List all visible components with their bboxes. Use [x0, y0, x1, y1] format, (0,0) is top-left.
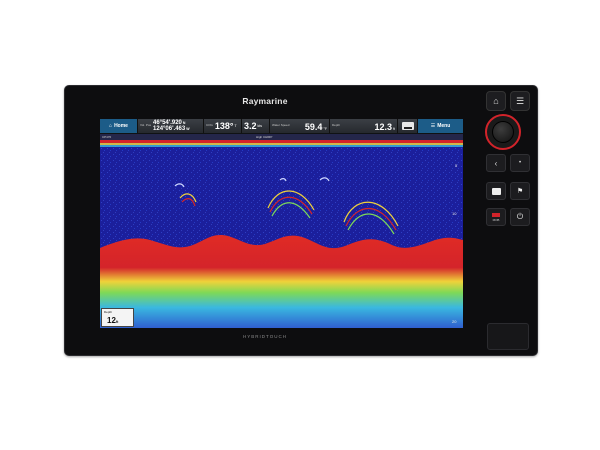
sonar-echo-image — [100, 140, 463, 328]
water-temp-cell[interactable]: Water Speed 59.4°F — [270, 119, 330, 133]
power-icon: ⏻ — [516, 212, 524, 221]
rotary-knob[interactable] — [492, 121, 514, 143]
depth-value: 12.3 — [374, 122, 393, 132]
ok-hardware-button[interactable]: • — [510, 154, 530, 172]
menu-button[interactable]: ☰ Menu — [418, 119, 463, 133]
pilot-hardware-button[interactable]: ⚑ — [510, 182, 530, 200]
display-unit: Raymarine ⌂ Home Vsl. Pos 46°54'.920N 12… — [64, 85, 538, 356]
menu-icon: ☰ — [430, 123, 436, 129]
hamburger-menu-icon: ☰ — [515, 95, 525, 106]
menu-hardware-button[interactable]: ☰ — [510, 91, 530, 111]
radar-icon — [401, 122, 414, 130]
waypoint-icon — [491, 187, 501, 195]
card-slot-door[interactable] — [487, 323, 529, 350]
depth-readout-value: 12 — [107, 316, 116, 325]
back-hardware-button[interactable]: ‹ — [486, 154, 506, 172]
sog-cell[interactable]: 3.2 kts — [242, 119, 270, 133]
channel-label: CP470 — [102, 135, 112, 139]
frequency-label: High CHIRP — [256, 135, 273, 139]
latitude-value: 46°54'.920 — [153, 119, 182, 126]
depth-scale-label: 20 — [452, 319, 457, 324]
home-button-label: Home — [114, 123, 128, 129]
depth-cell[interactable]: Depth 12.3ft — [330, 119, 398, 133]
dot-icon: • — [518, 160, 522, 166]
chevron-left-icon: ‹ — [494, 158, 498, 168]
mob-icon — [492, 212, 500, 217]
cog-value: 138° — [214, 121, 234, 131]
hybridtouch-label: HYBRIDTOUCH — [243, 334, 287, 339]
power-hardware-button[interactable]: ⏻ — [510, 208, 530, 226]
vessel-position-cell[interactable]: Vsl. Pos 46°54'.920N 124°06'.463W — [138, 119, 204, 133]
sonar-screen[interactable]: ⌂ Home Vsl. Pos 46°54'.920N 124°06'.463W… — [100, 119, 463, 328]
vessel-position-label: Vsl. Pos — [140, 123, 152, 128]
longitude-value: 124°06'.463 — [153, 126, 186, 132]
cog-cell[interactable]: COG 138° T — [204, 119, 242, 133]
mob-label: MOB — [492, 217, 500, 222]
depth-readout-box[interactable]: Depth 12ft — [101, 308, 134, 327]
sog-value: 3.2 — [244, 121, 257, 131]
waypoint-hardware-button[interactable] — [486, 182, 506, 200]
data-bar: ⌂ Home Vsl. Pos 46°54'.920N 124°06'.463W… — [100, 119, 463, 134]
water-temp-value: 59.4 — [304, 122, 323, 132]
brand-logo: Raymarine — [242, 96, 288, 106]
depth-scale-label: 10 — [452, 211, 457, 216]
unicontrol-ring[interactable] — [485, 114, 521, 150]
home-hardware-button[interactable]: ⌂ — [486, 91, 506, 111]
radar-status-cell[interactable] — [398, 119, 418, 133]
flag-icon: ⚑ — [516, 188, 524, 195]
home-icon: ⌂ — [109, 123, 113, 129]
mob-hardware-button[interactable]: MOB — [486, 208, 506, 226]
menu-button-label: Menu — [437, 123, 451, 129]
home-icon: ⌂ — [493, 96, 499, 106]
depth-scale-label: 5 — [455, 163, 458, 168]
home-button[interactable]: ⌂ Home — [100, 119, 138, 133]
